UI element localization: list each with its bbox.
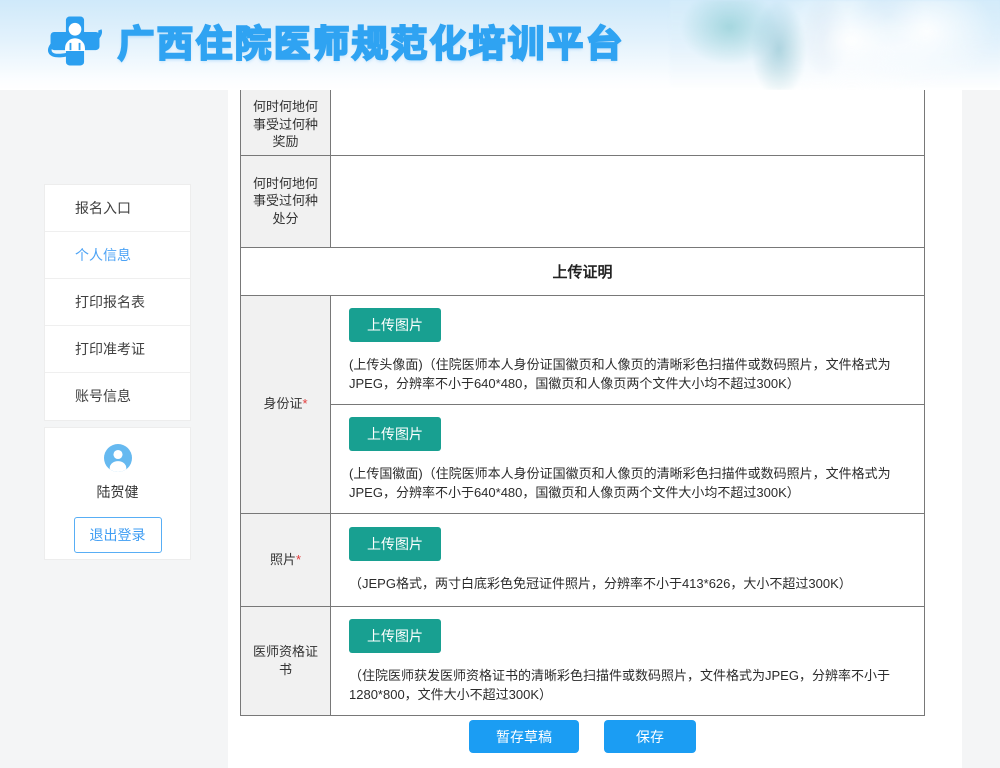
idcard-label: 身份证 (263, 396, 302, 411)
table-row-photo: 照片* 上传图片 （JEPG格式，两寸白底彩色免冠证件照片，分辨率不小于413*… (241, 513, 925, 606)
user-avatar-icon (104, 444, 132, 472)
table-row-section-header: 上传证明 (241, 247, 925, 295)
punishment-label-cell: 何时何地何事受过何种处分 (241, 155, 331, 247)
photo-upload-hint: （JEPG格式，两寸白底彩色免冠证件照片，分辨率不小于413*626，大小不超过… (349, 574, 896, 594)
upload-cert-button[interactable]: 上传图片 (349, 619, 441, 653)
sidebar-item-personal-info[interactable]: 个人信息 (45, 232, 190, 279)
cert-upload-cell: 上传图片 （住院医师获发医师资格证书的清晰彩色扫描件或数码照片，文件格式为JPE… (331, 606, 925, 715)
user-card: 陆贺健 退出登录 (45, 428, 190, 559)
upload-photo-button[interactable]: 上传图片 (349, 527, 441, 561)
table-row-idcard-front: 身份证* 上传图片 (上传头像面)（住院医师本人身份证国徽页和人像页的清晰彩色扫… (241, 295, 925, 404)
cert-label: 医师资格证书 (253, 644, 318, 677)
idcard-back-upload-hint: (上传国徽面)（住院医师本人身份证国徽页和人像页的清晰彩色扫描件或数码照片，文件… (349, 464, 896, 503)
table-row-award: 何时何地何事受过何种奖励 (241, 90, 925, 155)
sidebar-item-label: 报名入口 (75, 200, 131, 216)
idcard-front-upload-cell: 上传图片 (上传头像面)（住院医师本人身份证国徽页和人像页的清晰彩色扫描件或数码… (331, 295, 925, 404)
sidebar-item-label: 个人信息 (75, 247, 131, 263)
required-asterisk: * (296, 552, 301, 567)
award-value-cell (331, 90, 925, 155)
punishment-value-cell (331, 155, 925, 247)
user-name: 陆贺健 (45, 482, 190, 502)
personal-info-form-table: 何时何地何事受过何种奖励 何时何地何事受过何种处分 上传证明 身份证* 上传图片… (240, 90, 925, 716)
required-asterisk: * (302, 396, 307, 411)
page-title: 广西住院医师规范化培训平台 (118, 15, 625, 67)
cert-upload-hint: （住院医师获发医师资格证书的清晰彩色扫描件或数码照片，文件格式为JPEG，分辨率… (349, 666, 896, 705)
sidebar-item-print-application[interactable]: 打印报名表 (45, 279, 190, 326)
sidebar-item-label: 账号信息 (75, 388, 131, 404)
idcard-front-upload-hint: (上传头像面)（住院医师本人身份证国徽页和人像页的清晰彩色扫描件或数码照片，文件… (349, 355, 896, 394)
upload-section-title: 上传证明 (241, 247, 925, 295)
main-area: 报名入口 个人信息 打印报名表 打印准考证 账号信息 陆贺健 退出登录 (0, 90, 1000, 768)
sidebar-item-label: 打印准考证 (75, 341, 145, 357)
photo-upload-cell: 上传图片 （JEPG格式，两寸白底彩色免冠证件照片，分辨率不小于413*626，… (331, 513, 925, 606)
sidebar-item-label: 打印报名表 (75, 294, 145, 310)
table-row-idcard-back: 上传图片 (上传国徽面)（住院医师本人身份证国徽页和人像页的清晰彩色扫描件或数码… (241, 404, 925, 513)
table-row-punishment: 何时何地何事受过何种处分 (241, 155, 925, 247)
upload-idcard-back-button[interactable]: 上传图片 (349, 417, 441, 451)
form-actions: 暂存草稿 保存 (240, 720, 925, 753)
upload-idcard-front-button[interactable]: 上传图片 (349, 308, 441, 342)
save-draft-button[interactable]: 暂存草稿 (469, 720, 579, 753)
cert-label-cell: 医师资格证书 (241, 606, 331, 715)
sidebar-item-print-admission-ticket[interactable]: 打印准考证 (45, 326, 190, 373)
brand: 广西住院医师规范化培训平台 (46, 12, 625, 70)
save-button[interactable]: 保存 (604, 720, 696, 753)
sidebar-item-signup-entry[interactable]: 报名入口 (45, 185, 190, 232)
photo-label-cell: 照片* (241, 513, 331, 606)
idcard-label-cell: 身份证* (241, 295, 331, 513)
idcard-back-upload-cell: 上传图片 (上传国徽面)（住院医师本人身份证国徽页和人像页的清晰彩色扫描件或数码… (331, 404, 925, 513)
app-header: 广西住院医师规范化培训平台 (0, 0, 1000, 90)
doctors-photo-decoration (670, 0, 1000, 90)
photo-label: 照片 (270, 552, 296, 567)
medical-cross-person-icon (46, 12, 104, 70)
sidebar-menu: 报名入口 个人信息 打印报名表 打印准考证 账号信息 (45, 185, 190, 420)
table-row-qualification-cert: 医师资格证书 上传图片 （住院医师获发医师资格证书的清晰彩色扫描件或数码照片，文… (241, 606, 925, 715)
award-label-cell: 何时何地何事受过何种奖励 (241, 90, 331, 155)
logout-button[interactable]: 退出登录 (74, 517, 162, 553)
sidebar-item-account-info[interactable]: 账号信息 (45, 373, 190, 420)
